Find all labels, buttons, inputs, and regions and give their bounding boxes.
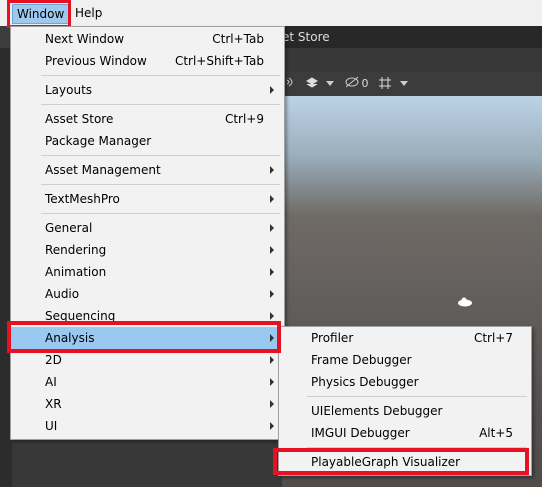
submenu-arrow-icon	[270, 312, 274, 320]
window-menu: Next Window Ctrl+Tab Previous Window Ctr…	[10, 26, 285, 440]
submenu-item-profiler[interactable]: Profiler Ctrl+7	[279, 327, 531, 349]
effects-icon[interactable]	[302, 76, 322, 92]
hidden-objects-count: 0	[361, 77, 369, 90]
menu-item-xr[interactable]: XR	[11, 393, 284, 415]
submenu-item-physics-debugger[interactable]: Physics Debugger	[279, 371, 531, 393]
grid-icon[interactable]	[376, 76, 394, 92]
menu-item-animation[interactable]: Animation	[11, 261, 284, 283]
hidden-objects-icon[interactable]	[342, 76, 362, 92]
menu-separator	[41, 213, 280, 214]
directional-light-icon	[456, 296, 474, 307]
asset-store-tab-label[interactable]: et Store	[282, 30, 330, 44]
scene-toolbar: 0	[282, 72, 542, 97]
menu-separator	[41, 75, 280, 76]
analysis-annotation-box	[7, 321, 281, 353]
menu-item-asset-management[interactable]: Asset Management	[11, 159, 284, 181]
submenu-item-frame-debugger[interactable]: Frame Debugger	[279, 349, 531, 371]
playablegraph-annotation-box	[273, 448, 529, 475]
menu-item-rendering[interactable]: Rendering	[11, 239, 284, 261]
submenu-arrow-icon	[270, 400, 274, 408]
menu-item-textmeshpro[interactable]: TextMeshPro	[11, 188, 284, 210]
submenu-arrow-icon	[270, 195, 274, 203]
submenu-item-uielements-debugger[interactable]: UIElements Debugger	[279, 400, 531, 422]
menu-item-package-manager[interactable]: Package Manager	[11, 130, 284, 152]
submenu-arrow-icon	[270, 356, 274, 364]
menu-separator	[41, 155, 280, 156]
effects-dropdown-icon[interactable]	[324, 76, 336, 92]
menu-separator	[307, 396, 527, 397]
submenu-arrow-icon	[270, 268, 274, 276]
grid-dropdown-icon[interactable]	[398, 76, 410, 92]
menu-item-next-window[interactable]: Next Window Ctrl+Tab	[11, 28, 284, 50]
menu-item-layouts[interactable]: Layouts	[11, 79, 284, 101]
submenu-arrow-icon	[270, 224, 274, 232]
menu-help[interactable]: Help	[71, 4, 106, 22]
submenu-arrow-icon	[270, 290, 274, 298]
menu-item-previous-window[interactable]: Previous Window Ctrl+Shift+Tab	[11, 50, 284, 72]
menu-item-general[interactable]: General	[11, 217, 284, 239]
submenu-arrow-icon	[270, 246, 274, 254]
menu-item-audio[interactable]: Audio	[11, 283, 284, 305]
submenu-arrow-icon	[270, 86, 274, 94]
window-menu-annotation-box	[7, 0, 71, 28]
submenu-arrow-icon	[270, 378, 274, 386]
menu-item-ui[interactable]: UI	[11, 415, 284, 437]
menu-separator	[41, 184, 280, 185]
menu-item-ai[interactable]: AI	[11, 371, 284, 393]
submenu-item-imgui-debugger[interactable]: IMGUI Debugger Alt+5	[279, 422, 531, 444]
menu-item-asset-store[interactable]: Asset Store Ctrl+9	[11, 108, 284, 130]
menu-separator	[41, 104, 280, 105]
submenu-arrow-icon	[270, 166, 274, 174]
submenu-arrow-icon	[270, 422, 274, 430]
